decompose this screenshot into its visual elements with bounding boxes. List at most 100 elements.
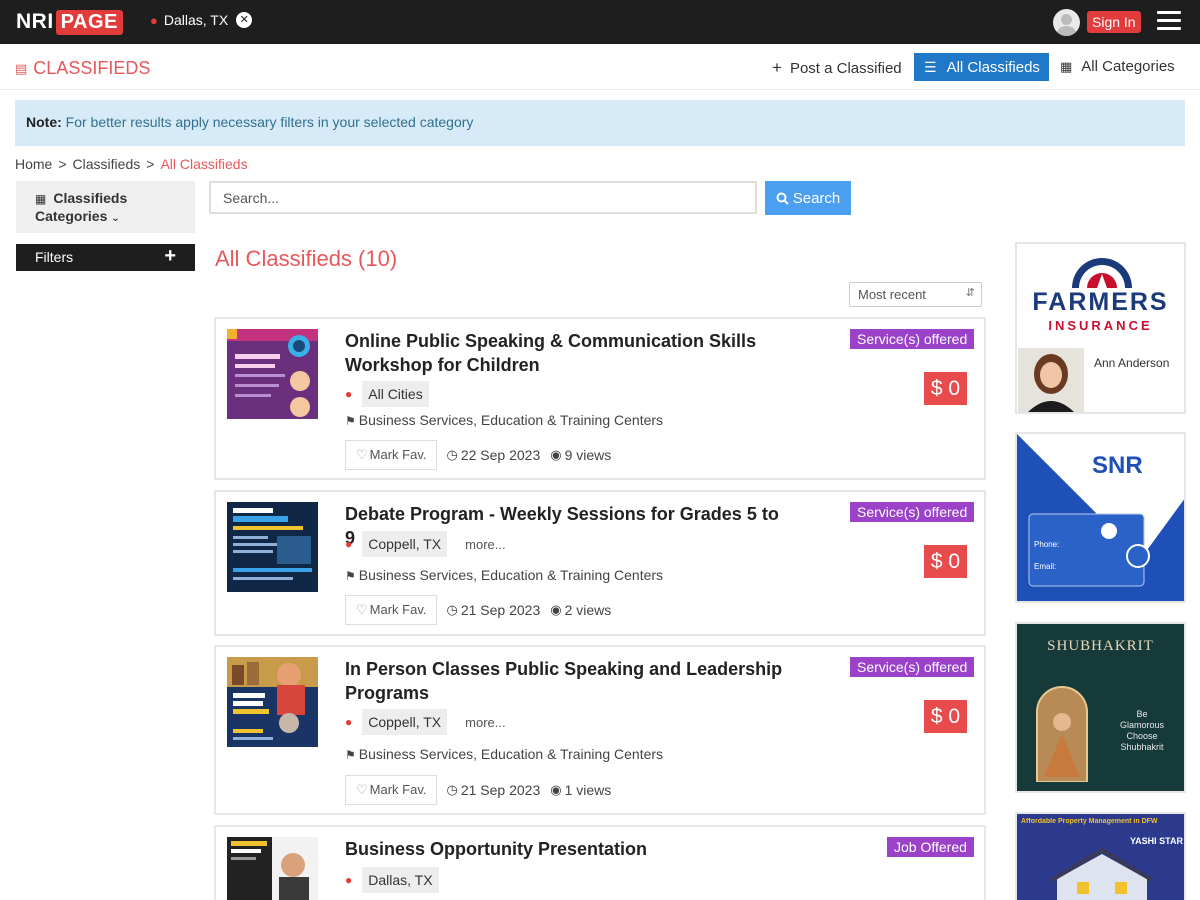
- filters-label: Filters: [35, 249, 74, 265]
- select-arrows-icon: ⇵: [965, 287, 975, 299]
- grid-icon: ▦: [35, 192, 47, 206]
- location-chip[interactable]: All Cities: [362, 381, 429, 407]
- top-navbar: NRI PAGE ● Dallas, TX ✕ Sign In: [0, 0, 1200, 44]
- location-pin-icon: ●: [345, 715, 353, 729]
- location-selector[interactable]: ● Dallas, TX ✕: [150, 12, 253, 28]
- breadcrumb-home[interactable]: Home: [15, 156, 52, 172]
- listing-location: ● Coppell, TX more...: [345, 531, 506, 557]
- sort-select[interactable]: Most recent ⇵: [849, 282, 982, 307]
- grid-icon: ▦: [1060, 59, 1073, 74]
- clock-icon: ◷: [446, 447, 458, 462]
- location-pin-icon: ●: [345, 873, 353, 887]
- shubhakrit-title: SHUBHAKRIT: [1047, 638, 1154, 654]
- section-title-text: CLASSIFIEDS: [33, 58, 151, 78]
- filter-note: Note: For better results apply necessary…: [15, 100, 1185, 146]
- listing-meta: ♡ Mark Fav. ◷ 22 Sep 2023 ◉ 9 views: [345, 440, 611, 470]
- more-locations-link[interactable]: more...: [465, 537, 505, 552]
- location-pin-icon: ●: [345, 537, 353, 551]
- listing-meta: ♡ Mark Fav. ◷ 21 Sep 2023 ◉ 1 views: [345, 775, 611, 805]
- house-icon: [1050, 847, 1154, 900]
- listing-date: 22 Sep 2023: [460, 447, 541, 463]
- location-pin-icon: ●: [150, 12, 158, 28]
- listing-title[interactable]: Online Public Speaking & Communication S…: [345, 329, 785, 377]
- listing-categories-text: Business Services, Education & Training …: [358, 746, 664, 762]
- breadcrumb-separator: >: [146, 156, 155, 172]
- property-management-ad[interactable]: Affordable Property Management in DFW YA…: [1015, 812, 1186, 900]
- property-brand: YASHI STAR: [1130, 836, 1184, 846]
- chevron-down-icon: ⌄: [111, 213, 120, 224]
- location-chip[interactable]: Dallas, TX: [362, 867, 439, 893]
- listing-thumbnail[interactable]: [227, 837, 318, 900]
- shubhakrit-text-4: Shubhakrit: [1120, 742, 1164, 752]
- breadcrumb-separator: >: [58, 156, 67, 172]
- shubhakrit-ad[interactable]: SHUBHAKRIT Be Glamorous Choose Shubhakri…: [1015, 622, 1186, 793]
- mark-fav-label: Mark Fav.: [369, 602, 427, 617]
- listing-categories-text: Business Services, Education & Training …: [358, 412, 664, 428]
- listing-type-badge: Service(s) offered: [850, 329, 975, 349]
- user-avatar-icon[interactable]: [1053, 9, 1080, 36]
- clear-location-icon[interactable]: ✕: [236, 12, 253, 28]
- listing-price: $ 0: [924, 372, 967, 405]
- heart-icon: ♡: [356, 782, 368, 797]
- listing-thumbnail[interactable]: [227, 502, 318, 592]
- filters-toggle[interactable]: Filters +: [16, 244, 195, 271]
- classifieds-subheader: ▤ CLASSIFIEDS + Post a Classified ☰ All Cl…: [0, 44, 1200, 90]
- listing-location: ● All Cities: [345, 381, 429, 407]
- location-pin-icon: ●: [345, 387, 353, 401]
- more-locations-link[interactable]: more...: [465, 715, 505, 730]
- listing-date: 21 Sep 2023: [460, 602, 541, 618]
- listing-type-badge: Service(s) offered: [850, 502, 975, 522]
- location-chip[interactable]: Coppell, TX: [362, 709, 448, 735]
- post-classified-link[interactable]: + Post a Classified: [772, 58, 902, 78]
- all-classifieds-label: All Classifieds: [946, 58, 1040, 76]
- snr-insurance-ad[interactable]: SNR Phone: Email:: [1015, 432, 1186, 603]
- section-title: ▤ CLASSIFIEDS: [15, 58, 150, 79]
- listing-categories: ⚑ Business Services, Education & Training…: [345, 412, 663, 428]
- listing-views: 9 views: [564, 447, 612, 463]
- breadcrumb: Home > Classifieds > All Classifieds: [15, 156, 248, 172]
- sign-in-button[interactable]: Sign In: [1087, 11, 1141, 33]
- listing-card[interactable]: Online Public Speaking & Communication S…: [214, 317, 986, 480]
- listing-card[interactable]: Business Opportunity Presentation Job Of…: [214, 825, 986, 900]
- listing-location: ● Dallas, TX: [345, 867, 439, 893]
- listing-title[interactable]: Business Opportunity Presentation: [345, 837, 785, 861]
- breadcrumb-current: All Classifieds: [160, 156, 248, 172]
- breadcrumb-classifieds[interactable]: Classifieds: [73, 156, 141, 172]
- tags-icon: ⚑: [345, 414, 356, 428]
- location-chip[interactable]: Coppell, TX: [362, 531, 448, 557]
- listing-thumbnail[interactable]: [227, 657, 318, 747]
- dress-figure-icon: [1036, 686, 1088, 782]
- listing-card[interactable]: In Person Classes Public Speaking and Le…: [214, 645, 986, 815]
- search-button-label: Search: [792, 189, 841, 207]
- farmers-brand: FARMERS: [1032, 288, 1169, 316]
- listing-heading: All Classifieds (10): [215, 246, 398, 271]
- listing-title-line: In Person Classes Public Speaking and Le…: [345, 659, 783, 679]
- categories-dropdown[interactable]: ▦ Classifieds Categories ⌄: [16, 181, 195, 233]
- farmers-insurance-ad[interactable]: FARMERS INSURANCE Ann Anderson: [1015, 242, 1186, 414]
- list-icon: ☰: [924, 58, 937, 75]
- hamburger-menu-icon[interactable]: [1157, 11, 1181, 31]
- listing-categories: ⚑ Business Services, Education & Training…: [345, 746, 663, 762]
- all-categories-link[interactable]: ▦ All Categories: [1060, 58, 1175, 75]
- listing-categories: ⚑ Business Services, Education & Training…: [345, 567, 663, 583]
- listing-title[interactable]: In Person Classes Public Speaking and Le…: [345, 657, 785, 705]
- listing-categories-text: Business Services, Education & Training …: [358, 567, 664, 583]
- clock-icon: ◷: [446, 602, 458, 617]
- heart-icon: ♡: [356, 447, 368, 462]
- location-label: Dallas, TX: [163, 12, 229, 28]
- listing-location: ● Coppell, TX more...: [345, 709, 506, 735]
- mark-fav-button[interactable]: ♡ Mark Fav.: [345, 440, 438, 470]
- eye-icon: ◉: [550, 602, 562, 617]
- snr-logo: SNR: [1092, 452, 1143, 479]
- all-classifieds-button[interactable]: ☰ All Classifieds: [914, 53, 1049, 81]
- listing-type-badge: Service(s) offered: [850, 657, 975, 677]
- site-logo[interactable]: NRI PAGE: [16, 8, 123, 36]
- categories-label-1: Classifieds: [53, 190, 128, 206]
- mark-fav-button[interactable]: ♡ Mark Fav.: [345, 775, 438, 805]
- listing-card[interactable]: Debate Program - Weekly Sessions for Gra…: [214, 490, 986, 636]
- search-button[interactable]: Search: [765, 181, 851, 215]
- mark-fav-button[interactable]: ♡ Mark Fav.: [345, 595, 438, 625]
- note-label: Note:: [26, 114, 62, 130]
- listing-thumbnail[interactable]: [227, 329, 318, 419]
- search-input[interactable]: [209, 181, 757, 214]
